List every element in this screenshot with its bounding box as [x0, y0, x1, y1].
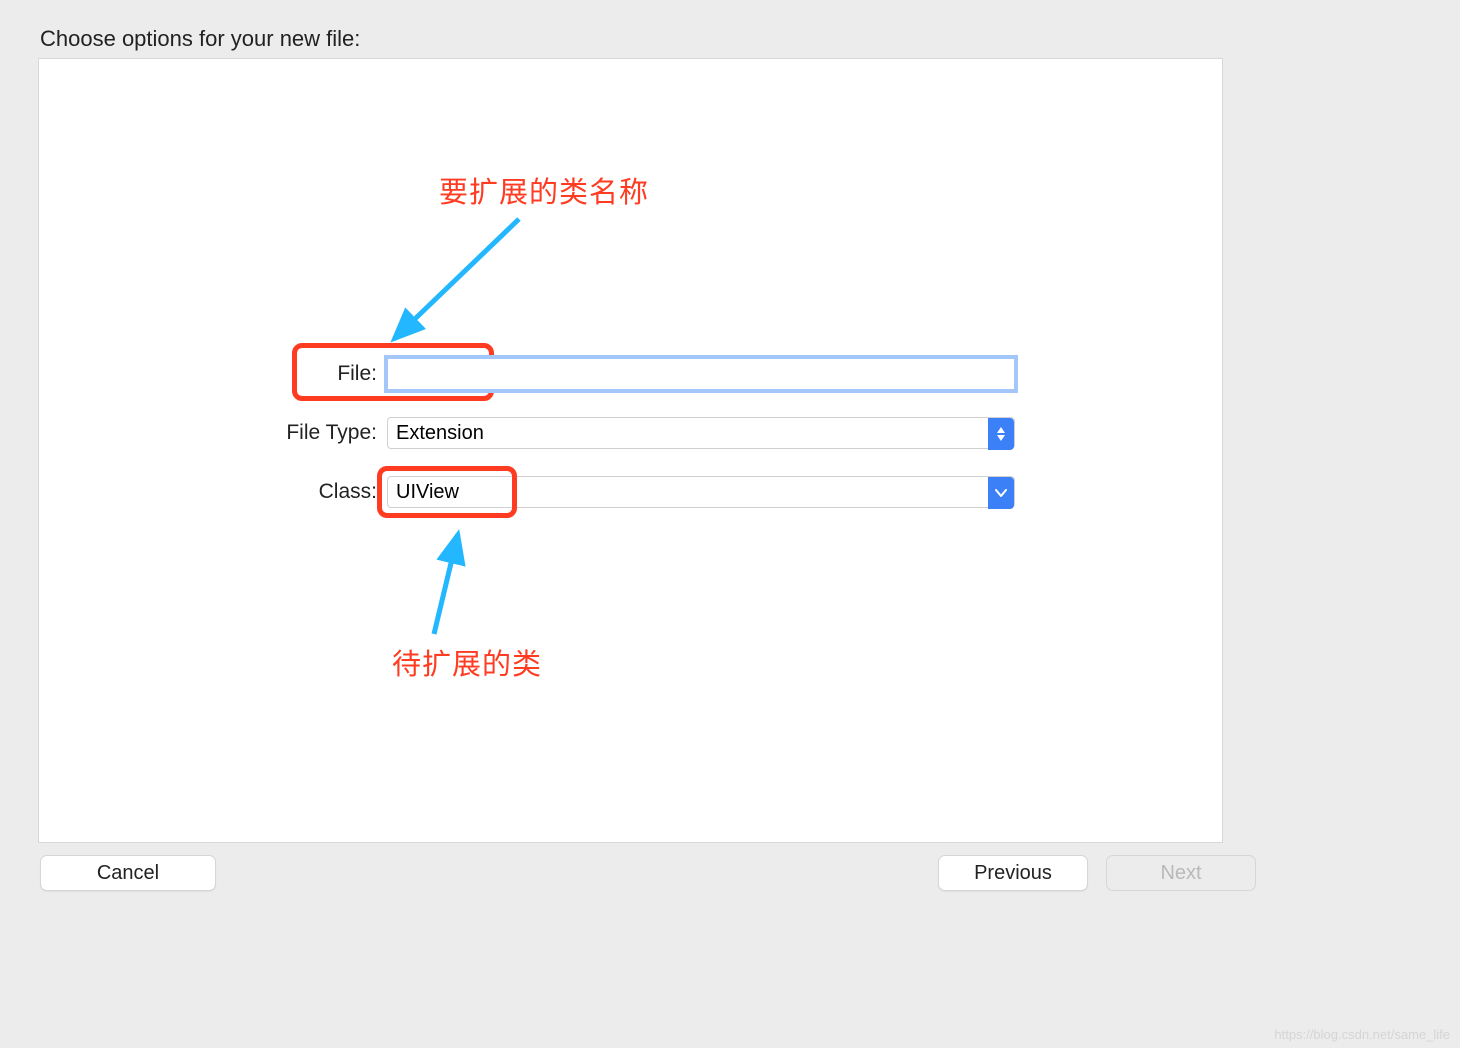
file-type-value: Extension [396, 422, 484, 445]
content-panel: 要扩展的类名称 File: File Type: Extension [38, 58, 1223, 843]
row-class: Class: UIView [267, 476, 1015, 508]
file-input[interactable] [387, 358, 1015, 390]
dialog-title: Choose options for your new file: [40, 26, 360, 52]
chevron-down-icon[interactable] [988, 477, 1014, 509]
label-file-type: File Type: [267, 421, 387, 445]
row-file-type: File Type: Extension [267, 417, 1015, 449]
cancel-button[interactable]: Cancel [40, 855, 216, 891]
previous-button[interactable]: Previous [938, 855, 1088, 891]
file-type-select[interactable]: Extension [387, 417, 1015, 449]
next-button: Next [1106, 855, 1256, 891]
watermark-text: https://blog.csdn.net/same_life [1274, 1027, 1450, 1042]
annotation-bottom-text: 待扩展的类 [392, 641, 542, 683]
class-select[interactable]: UIView [387, 476, 1015, 508]
label-class: Class: [267, 480, 387, 504]
row-file: File: [267, 358, 1015, 390]
class-value: UIView [396, 481, 459, 504]
annotation-arrow-bottom-icon [404, 524, 484, 644]
stepper-updown-icon[interactable] [988, 418, 1014, 450]
label-file: File: [267, 362, 387, 386]
annotation-arrow-top-icon [369, 209, 539, 359]
annotation-top-text: 要扩展的类名称 [439, 169, 649, 211]
